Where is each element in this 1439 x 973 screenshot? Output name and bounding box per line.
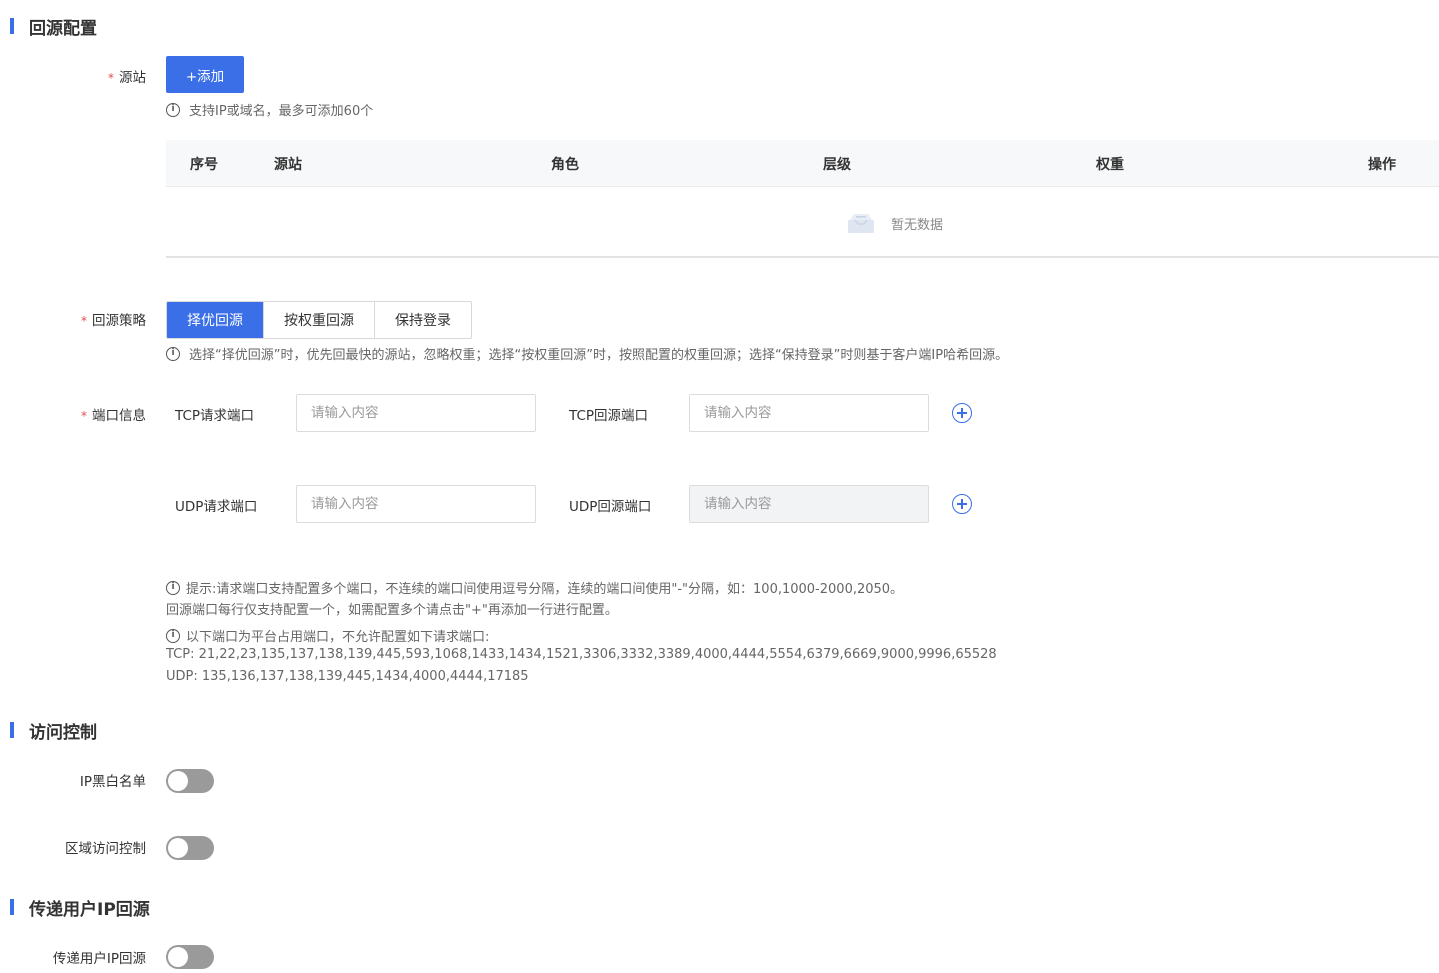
column-header-weight: 权重 xyxy=(1096,157,1124,173)
info-icon: i xyxy=(166,628,180,643)
section-title-access-control: 访问控制 xyxy=(10,720,97,743)
column-header-role: 角色 xyxy=(551,157,579,173)
client-ip-toggle[interactable] xyxy=(166,945,214,969)
info-icon: i xyxy=(166,102,180,117)
strategy-option-sticky[interactable]: 保持登录 xyxy=(375,302,471,338)
client-ip-label: 传递用户IP回源 xyxy=(52,951,146,967)
ip-blacklist-toggle[interactable] xyxy=(166,769,214,793)
strategy-label: * 回源策略 xyxy=(81,313,146,329)
empty-box-icon xyxy=(848,214,874,233)
required-mark: * xyxy=(108,71,114,85)
tcp-request-port-input[interactable] xyxy=(296,394,536,432)
column-header-level: 层级 xyxy=(823,157,851,173)
region-control-label: 区域访问控制 xyxy=(65,841,146,857)
reserved-ports-note: i 以下端口为平台占用端口，不允许配置如下请求端口: xyxy=(166,626,489,645)
add-origin-button[interactable]: +添加 xyxy=(166,56,244,93)
tcp-origin-port-label: TCP回源端口 xyxy=(569,408,649,424)
section-title-client-ip: 传递用户IP回源 xyxy=(10,897,150,920)
required-mark: * xyxy=(81,314,87,328)
section-marker xyxy=(10,18,14,34)
table-empty-state: 暂无数据 xyxy=(166,187,1439,258)
info-icon: i xyxy=(166,346,180,361)
udp-origin-port-label: UDP回源端口 xyxy=(569,499,652,515)
section-marker xyxy=(10,899,14,915)
strategy-option-best[interactable]: 择优回源 xyxy=(167,302,264,338)
empty-placeholder: 暂无数据 xyxy=(846,212,943,234)
udp-request-port-label: UDP请求端口 xyxy=(175,499,258,515)
origin-hint: i 支持IP或域名，最多可添加60个 xyxy=(166,100,373,119)
section-title-text: 传递用户IP回源 xyxy=(29,899,150,920)
reserved-tcp-ports: TCP: 21,22,23,135,137,138,139,445,593,10… xyxy=(166,647,997,662)
udp-origin-port-input[interactable] xyxy=(689,485,929,523)
section-marker xyxy=(10,722,14,738)
column-header-origin: 源站 xyxy=(274,157,302,173)
column-header-action: 操作 xyxy=(1368,157,1396,173)
region-control-toggle[interactable] xyxy=(166,836,214,860)
section-title-text: 回源配置 xyxy=(29,18,97,39)
udp-request-port-input[interactable] xyxy=(296,485,536,523)
column-header-index: 序号 xyxy=(190,157,218,173)
reserved-udp-ports: UDP: 135,136,137,138,139,445,1434,4000,4… xyxy=(166,669,529,684)
tcp-request-port-label: TCP请求端口 xyxy=(175,408,255,424)
ip-blacklist-label: IP黑白名单 xyxy=(79,774,146,790)
strategy-hint: i 选择“择优回源”时，优先回最快的源站，忽略权重；选择“按权重回源”时，按照配… xyxy=(166,344,1008,363)
origin-table: 序号 源站 角色 层级 权重 操作 暂无数据 xyxy=(166,140,1439,258)
add-tcp-row-icon[interactable] xyxy=(952,403,972,423)
origin-label: * 源站 xyxy=(108,70,146,86)
port-note-2: 回源端口每行仅支持配置一个，如需配置多个请点击"+"再添加一行进行配置。 xyxy=(166,603,618,618)
section-title-text: 访问控制 xyxy=(29,722,97,743)
port-info-label: * 端口信息 xyxy=(81,408,146,424)
table-header: 序号 源站 角色 层级 权重 操作 xyxy=(166,140,1439,187)
add-udp-row-icon[interactable] xyxy=(952,494,972,514)
strategy-option-weight[interactable]: 按权重回源 xyxy=(264,302,375,338)
info-icon: i xyxy=(166,580,180,595)
port-note-1: i 提示:请求端口支持配置多个端口，不连续的端口间使用逗号分隔，连续的端口间使用… xyxy=(166,578,903,597)
section-title-origin: 回源配置 xyxy=(10,16,97,39)
tcp-origin-port-input[interactable] xyxy=(689,394,929,432)
strategy-selector: 择优回源 按权重回源 保持登录 xyxy=(166,301,472,339)
required-mark: * xyxy=(81,409,87,423)
